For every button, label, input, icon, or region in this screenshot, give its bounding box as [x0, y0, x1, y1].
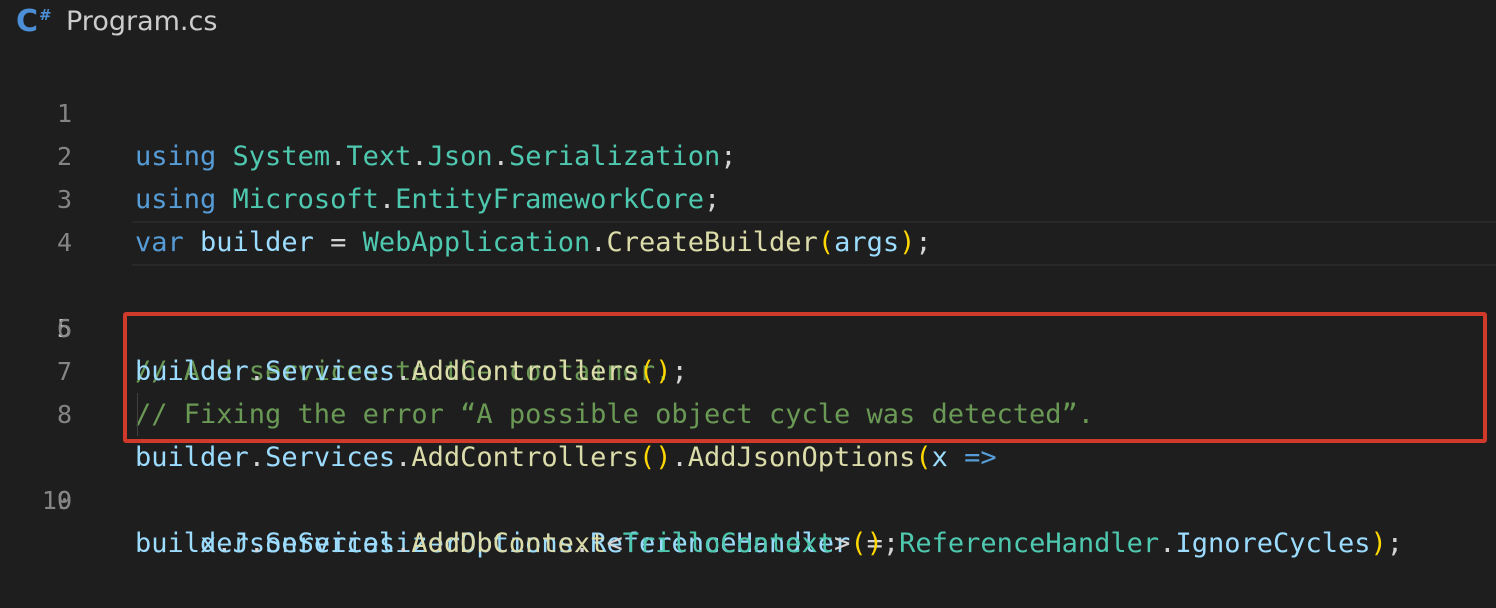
code-line[interactable]: 7 // Fixing the error “A possible object…: [0, 307, 1496, 430]
current-line-highlight: [132, 221, 1496, 266]
code-editor[interactable]: 1 using System.Text.Json.Serialization; …: [0, 49, 1496, 559]
tab-filename: Program.cs: [66, 6, 218, 37]
code-line[interactable]: 1 using System.Text.Json.Serialization;: [0, 49, 1496, 172]
code-line[interactable]: 3 var builder = WebApplication.CreateBui…: [0, 135, 1496, 258]
code-line-current[interactable]: 5 // Add services to the container.: [0, 221, 1496, 387]
indent-guide: [137, 393, 138, 436]
code-line[interactable]: 10 builder.Services.AddDbContext<TrilloC…: [0, 436, 1496, 559]
editor-tab[interactable]: C # Program.cs: [0, 0, 1496, 46]
code-line[interactable]: 8 builder.Services.AddControllers().AddJ…: [0, 350, 1496, 473]
csharp-file-icon: C #: [16, 4, 52, 39]
line-number: 10: [41, 486, 72, 515]
code-text: builder.Services.AddDbContext<TrilloCont…: [135, 528, 900, 559]
code-line[interactable]: 9 x.JsonSerializerOptions.ReferenceHandl…: [0, 393, 1496, 559]
code-line[interactable]: 2 using Microsoft.EntityFrameworkCore;: [0, 92, 1496, 215]
code-line[interactable]: 6 builder.Services.AddControllers();: [0, 264, 1496, 387]
code-line[interactable]: 4: [0, 178, 1496, 257]
